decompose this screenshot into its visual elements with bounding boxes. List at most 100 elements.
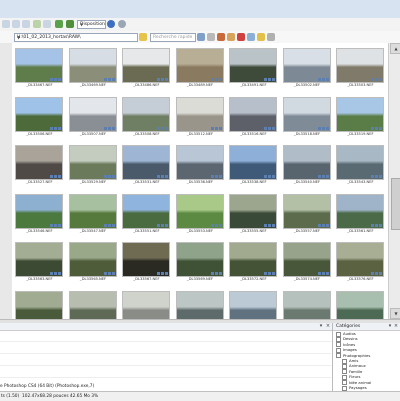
thumbnail-item[interactable]: _DL33507.NEF [67, 94, 120, 140]
raw-badge-icon [264, 126, 267, 130]
thumbnail-label: _DL33502.NEF [293, 83, 321, 87]
thumbnail-item[interactable]: _DL33563.NEF [13, 239, 66, 285]
move-icon[interactable] [227, 33, 235, 41]
thumbnail-badges [49, 126, 62, 130]
close-icon[interactable]: × [325, 323, 331, 329]
thumbnail-item[interactable]: _DL33574.NEF [281, 239, 334, 285]
view-icon[interactable] [267, 33, 275, 41]
search-icon[interactable] [197, 33, 205, 41]
info-badge-icon [214, 78, 218, 81]
thumbnail-label: _DL33489.NEF [186, 83, 214, 87]
thumbnail-item[interactable]: _DL33508.NEF [120, 94, 173, 140]
thumbnail-item[interactable]: _DL33561.NEF [334, 191, 387, 237]
close-icon[interactable]: × [393, 323, 399, 329]
rating-icon[interactable] [257, 33, 265, 41]
thumbnail-item[interactable]: _DL33547.NEF [67, 191, 120, 237]
thumbnail-image [336, 290, 384, 319]
thumbnail-item[interactable]: _DL33538.NEF [227, 142, 280, 188]
thumbnail-item[interactable]: _DL33489.NEF [174, 45, 227, 91]
category-checkbox[interactable] [336, 353, 341, 359]
thumbnail-item[interactable]: _DL33467.NEF [13, 45, 66, 91]
scrollbar-thumb[interactable] [391, 178, 400, 230]
thumbnail-item[interactable]: _DL33536.NEF [174, 142, 227, 188]
raw-badge-icon [371, 78, 374, 81]
refresh-icon[interactable] [33, 20, 41, 28]
rotate-icon[interactable] [247, 33, 255, 41]
thumbnail-label: _DL33553.NEF [186, 228, 214, 233]
copy-icon[interactable] [217, 33, 225, 41]
thumbnail-item[interactable]: _DL33546.NEF [13, 191, 66, 237]
thumbnail-item[interactable]: _DL33469.NEF [67, 45, 120, 91]
scroll-up-icon[interactable]: ▲ [390, 43, 400, 54]
thumbnail-item[interactable]: _DL33518.NEF [281, 94, 334, 140]
thumbnail-image [229, 290, 277, 319]
vertical-scrollbar[interactable]: ▲ ▼ [388, 43, 400, 319]
thumbnail-item[interactable]: _DL33543.NEF [334, 142, 387, 188]
thumbnail-item[interactable]: _DL33555.NEF [227, 191, 280, 237]
thumbnail-item[interactable]: _DL33569.NEF [174, 239, 227, 285]
info-badge-icon [54, 78, 57, 81]
info-badge-icon [107, 175, 111, 178]
layout-icon[interactable] [66, 20, 74, 28]
star-icon[interactable] [139, 33, 147, 41]
thumbnail-item[interactable]: _DL33584.NEF [174, 288, 227, 319]
thumbnail-item[interactable]: _DL33512.NEF [174, 94, 227, 140]
favorites-icon[interactable] [55, 20, 63, 28]
info-badge-icon [321, 126, 325, 130]
thumbnail-badges [370, 174, 383, 178]
thumbnail-item[interactable]: _DL33531.NEF [120, 142, 173, 188]
thumbnail-item[interactable]: _DL33516.NEF [227, 94, 280, 140]
delete-icon[interactable] [237, 33, 245, 41]
thumbnail-item[interactable]: _DL33540.NEF [281, 142, 334, 188]
thumbnail-badges [263, 174, 276, 178]
thumbnail-item[interactable]: _DL33567.NEF [120, 239, 173, 285]
thumbnail-item[interactable]: _DL33578.NEF [13, 288, 66, 319]
chevron-down-icon: ▼ [17, 35, 21, 40]
pin-icon[interactable]: ▾ [318, 323, 324, 329]
tag-badge-icon [58, 223, 61, 227]
tag-badge-icon [379, 78, 382, 81]
filter-icon[interactable] [207, 33, 215, 41]
thumbnail-image [175, 290, 224, 319]
thumbnail-item[interactable]: _DL33486.NEF [120, 45, 173, 91]
thumbnail-badges [49, 174, 62, 178]
thumbnail-item[interactable]: _DL33557.NEF [281, 191, 334, 237]
layout-dropdown[interactable]: Disposition ▼ [77, 20, 106, 29]
path-combo[interactable]: H:\01_02_2013_hortas\RAW\ ▼ [14, 33, 138, 42]
info-icon[interactable] [118, 20, 126, 28]
category-label: Idée animal [349, 379, 372, 385]
thumbnail-item[interactable]: _DL33527.NEF [13, 142, 66, 188]
category-checkbox[interactable] [342, 385, 347, 391]
help-icon[interactable] [107, 20, 115, 28]
thumbnail-item[interactable]: _DL33586.NEF [227, 288, 280, 319]
thumbnail-item[interactable]: _DL33565.NEF [67, 239, 120, 285]
thumbnail-item[interactable]: _DL33506.NEF [13, 94, 66, 140]
scroll-down-icon[interactable]: ▼ [390, 308, 400, 319]
thumbnail-item[interactable]: _DL33576.NEF [334, 239, 387, 285]
thumbnail-item[interactable]: _DL33551.NEF [120, 191, 173, 237]
search-input[interactable]: Recherche rapide [150, 33, 196, 42]
tag-badge-icon [111, 175, 115, 178]
thumbnail-item[interactable]: _DL33503.NEF [334, 45, 387, 91]
thumbnail-item[interactable] [281, 288, 334, 319]
folder-up-icon[interactable] [43, 20, 51, 28]
thumbnail-item[interactable]: _DL33519.NEF [334, 94, 387, 140]
thumbnail-label: _DL33565.NEF [79, 277, 107, 281]
thumbnail-item[interactable]: _DL33529.NEF [67, 142, 120, 188]
thumbnail-item[interactable]: _DL33553.NEF [174, 191, 227, 237]
back-icon[interactable] [2, 20, 10, 28]
thumbnail-item[interactable]: _DL33572.NEF [227, 239, 280, 285]
up-icon[interactable] [22, 20, 30, 28]
tag-badge-icon [379, 126, 382, 130]
thumbnail-badges [103, 174, 116, 178]
forward-icon[interactable] [12, 20, 20, 28]
category-item[interactable]: Paysages [342, 385, 367, 391]
thumbnail-item[interactable]: _DL33580.NEF [67, 288, 120, 319]
thumbnail-badges [210, 223, 223, 227]
thumbnail-item[interactable]: _DL33582.NEF [120, 288, 173, 319]
tag-badge-icon [111, 272, 115, 275]
thumbnail-item[interactable] [334, 288, 387, 319]
raw-badge-icon [264, 272, 267, 275]
thumbnail-item[interactable]: _DL33502.NEF [281, 45, 334, 91]
thumbnail-item[interactable]: _DL33491.NEF [227, 45, 280, 91]
